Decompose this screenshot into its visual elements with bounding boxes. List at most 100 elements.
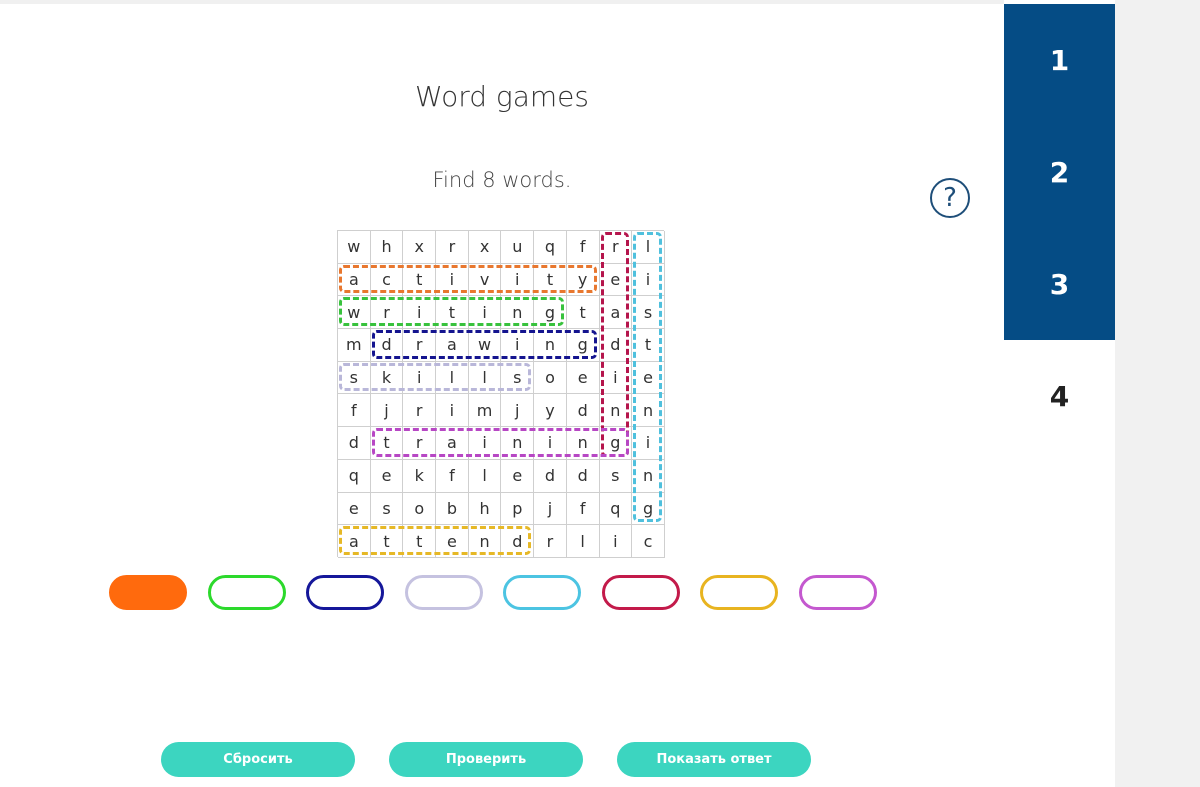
- grid-cell[interactable]: n: [599, 394, 633, 428]
- grid-cell[interactable]: d: [566, 459, 600, 493]
- grid-cell[interactable]: l: [566, 525, 600, 558]
- color-pill-crimson[interactable]: [601, 575, 680, 610]
- grid-cell[interactable]: m: [338, 329, 371, 362]
- grid-cell[interactable]: r: [403, 427, 437, 460]
- grid-cell[interactable]: s: [501, 361, 535, 395]
- color-pill-orchid[interactable]: [798, 575, 877, 610]
- color-pill-orange[interactable]: [109, 575, 187, 610]
- grid-cell[interactable]: t: [403, 263, 437, 297]
- nav-item-1[interactable]: 1: [1004, 4, 1115, 116]
- grid-cell[interactable]: t: [632, 329, 665, 362]
- grid-cell[interactable]: a: [436, 329, 469, 362]
- grid-cell[interactable]: r: [403, 394, 437, 428]
- grid-cell[interactable]: d: [599, 329, 633, 362]
- grid-cell[interactable]: n: [632, 394, 665, 428]
- grid-cell[interactable]: i: [403, 296, 437, 330]
- grid-cell[interactable]: j: [534, 492, 567, 526]
- grid-cell[interactable]: b: [436, 492, 469, 526]
- grid-cell[interactable]: e: [632, 361, 665, 395]
- grid-cell[interactable]: r: [403, 329, 437, 362]
- grid-cell[interactable]: q: [338, 459, 371, 493]
- grid-cell[interactable]: p: [501, 492, 535, 526]
- grid-cell[interactable]: e: [370, 459, 404, 493]
- grid-cell[interactable]: g: [599, 427, 633, 460]
- grid-cell[interactable]: s: [338, 361, 371, 395]
- grid-cell[interactable]: o: [403, 492, 437, 526]
- grid-cell[interactable]: g: [632, 492, 665, 526]
- grid-cell[interactable]: n: [632, 459, 665, 493]
- grid-cell[interactable]: t: [370, 427, 404, 460]
- grid-cell[interactable]: h: [370, 231, 404, 264]
- grid-cell[interactable]: f: [566, 492, 600, 526]
- grid-cell[interactable]: g: [566, 329, 600, 362]
- grid-cell[interactable]: r: [370, 296, 404, 330]
- grid-cell[interactable]: i: [468, 427, 502, 460]
- grid-cell[interactable]: l: [468, 361, 502, 395]
- check-button[interactable]: Проверить: [389, 742, 583, 777]
- help-icon[interactable]: ?: [930, 178, 970, 218]
- grid-cell[interactable]: y: [566, 263, 600, 297]
- grid-cell[interactable]: f: [566, 231, 600, 264]
- grid-cell[interactable]: i: [632, 427, 665, 460]
- grid-cell[interactable]: e: [501, 459, 535, 493]
- color-pill-green[interactable]: [207, 575, 286, 610]
- grid-cell[interactable]: e: [566, 361, 600, 395]
- nav-item-4[interactable]: 4: [1004, 340, 1115, 452]
- grid-cell[interactable]: i: [436, 263, 469, 297]
- color-pill-navy[interactable]: [306, 575, 384, 610]
- grid-cell[interactable]: q: [534, 231, 567, 264]
- grid-cell[interactable]: f: [436, 459, 469, 493]
- grid-cell[interactable]: i: [534, 427, 567, 460]
- grid-cell[interactable]: n: [566, 427, 600, 460]
- grid-cell[interactable]: l: [468, 459, 502, 493]
- nav-item-2[interactable]: 2: [1004, 116, 1115, 228]
- grid-cell[interactable]: l: [632, 231, 665, 264]
- grid-cell[interactable]: a: [599, 296, 633, 330]
- show-answer-button[interactable]: Показать ответ: [617, 742, 811, 777]
- grid-cell[interactable]: i: [436, 394, 469, 428]
- grid-cell[interactable]: h: [468, 492, 502, 526]
- grid-cell[interactable]: t: [436, 296, 469, 330]
- reset-button[interactable]: Сбросить: [161, 742, 355, 777]
- grid-cell[interactable]: l: [436, 361, 469, 395]
- grid-cell[interactable]: w: [468, 329, 502, 362]
- grid-cell[interactable]: d: [501, 525, 535, 558]
- grid-cell[interactable]: r: [534, 525, 567, 558]
- grid-cell[interactable]: m: [468, 394, 502, 428]
- grid-cell[interactable]: s: [599, 459, 633, 493]
- color-pill-amber[interactable]: [700, 575, 778, 610]
- grid-cell[interactable]: c: [370, 263, 404, 297]
- grid-cell[interactable]: x: [403, 231, 437, 264]
- grid-cell[interactable]: t: [534, 263, 567, 297]
- grid-cell[interactable]: k: [370, 361, 404, 395]
- grid-cell[interactable]: e: [436, 525, 469, 558]
- grid-cell[interactable]: x: [468, 231, 502, 264]
- grid-cell[interactable]: w: [338, 231, 371, 264]
- grid-cell[interactable]: d: [370, 329, 404, 362]
- grid-cell[interactable]: q: [599, 492, 633, 526]
- grid-cell[interactable]: w: [338, 296, 371, 330]
- grid-cell[interactable]: s: [370, 492, 404, 526]
- grid-cell[interactable]: j: [501, 394, 535, 428]
- grid-cell[interactable]: n: [501, 296, 535, 330]
- grid-cell[interactable]: k: [403, 459, 437, 493]
- grid-cell[interactable]: d: [566, 394, 600, 428]
- grid-cell[interactable]: t: [370, 525, 404, 558]
- nav-item-3[interactable]: 3: [1004, 228, 1115, 340]
- grid-cell[interactable]: g: [534, 296, 567, 330]
- grid-cell[interactable]: e: [599, 263, 633, 297]
- grid-cell[interactable]: f: [338, 394, 371, 428]
- grid-cell[interactable]: n: [468, 525, 502, 558]
- grid-cell[interactable]: i: [403, 361, 437, 395]
- grid-cell[interactable]: a: [338, 525, 371, 558]
- grid-cell[interactable]: r: [599, 231, 633, 264]
- grid-cell[interactable]: s: [632, 296, 665, 330]
- grid-cell[interactable]: y: [534, 394, 567, 428]
- grid-cell[interactable]: i: [501, 329, 535, 362]
- grid-cell[interactable]: v: [468, 263, 502, 297]
- grid-cell[interactable]: t: [566, 296, 600, 330]
- grid-cell[interactable]: a: [436, 427, 469, 460]
- grid-cell[interactable]: u: [501, 231, 535, 264]
- grid-cell[interactable]: n: [501, 427, 535, 460]
- grid-cell[interactable]: j: [370, 394, 404, 428]
